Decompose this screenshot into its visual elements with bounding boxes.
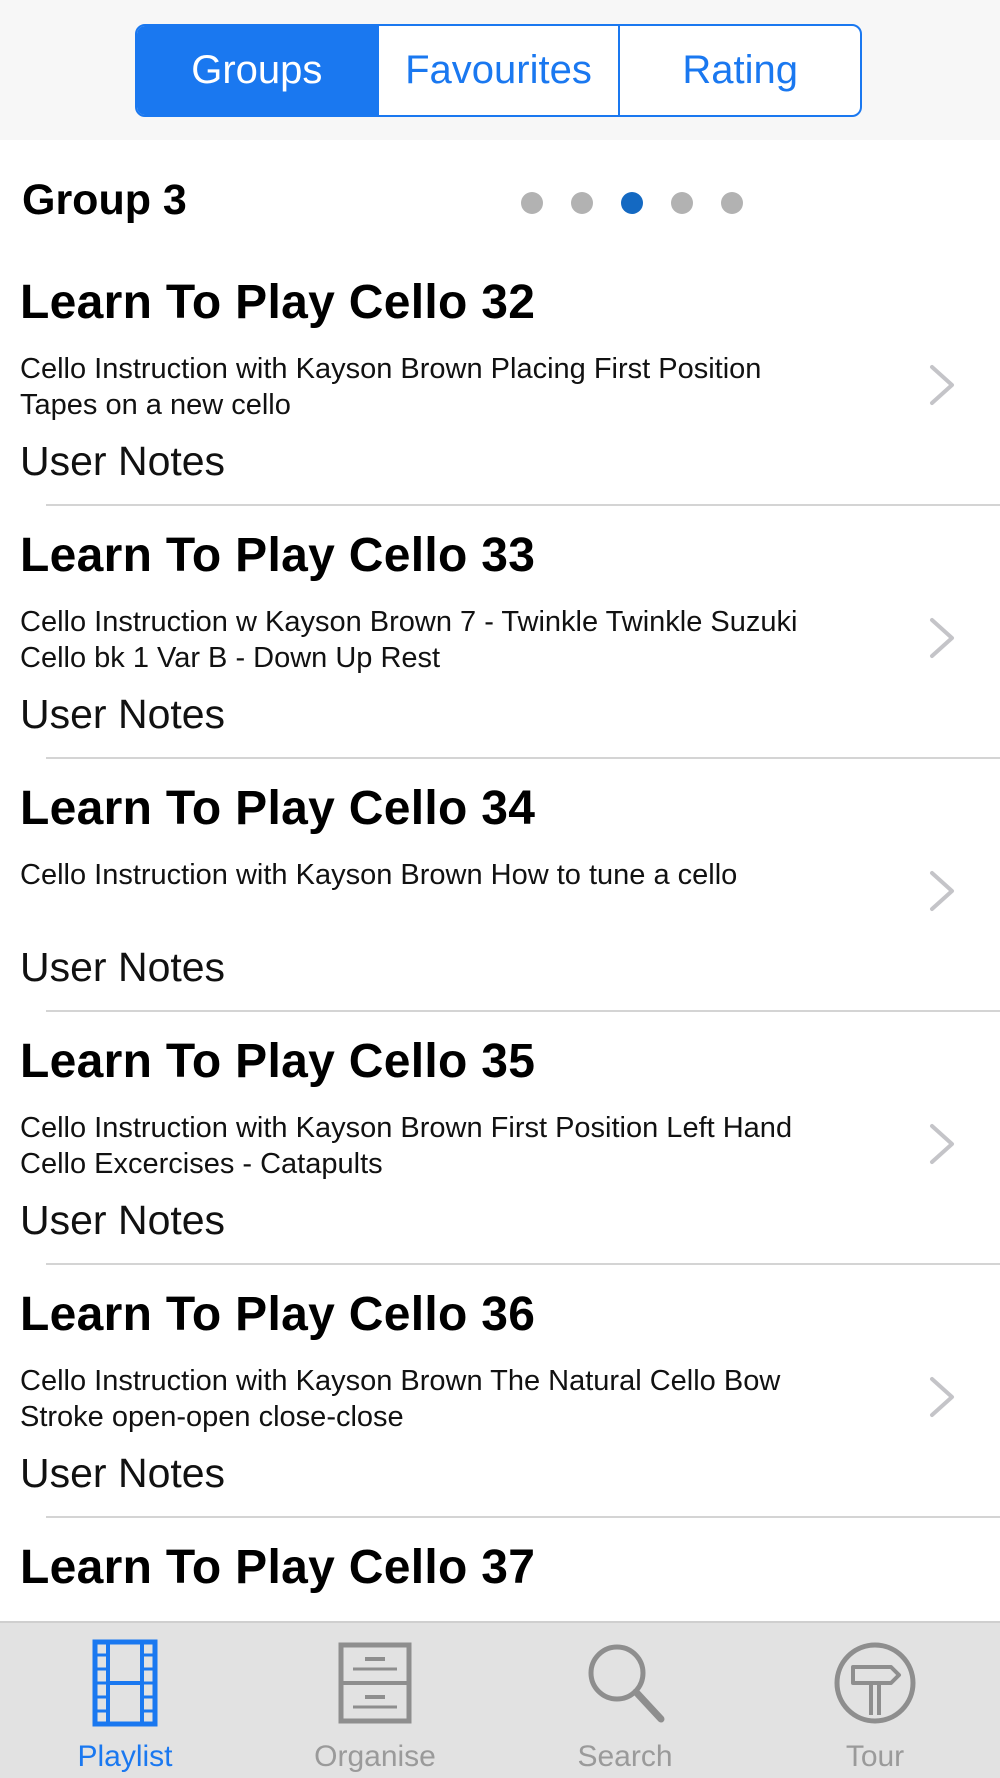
tab-search[interactable]: Search [500, 1623, 750, 1778]
group-header: Group 3 [0, 140, 1000, 265]
tab-tour[interactable]: Tour [750, 1623, 1000, 1778]
top-bar: Groups Favourites Rating [0, 0, 1000, 140]
page-dot-1[interactable] [521, 192, 543, 214]
tab-organise[interactable]: Organise [250, 1623, 500, 1778]
video-list: Learn To Play Cello 32 Cello Instruction… [0, 253, 1000, 1718]
item-user-notes: User Notes [20, 691, 226, 737]
segment-favourites[interactable]: Favourites [376, 26, 619, 115]
list-item[interactable]: Learn To Play Cello 34 Cello Instruction… [0, 759, 1000, 1012]
item-description: Cello Instruction with Kayson Brown How … [20, 859, 738, 891]
tab-label: Tour [845, 1740, 905, 1773]
tab-label: Search [577, 1740, 673, 1773]
item-title: Learn To Play Cello 33 [20, 529, 536, 582]
tab-bar: Playlist Organise Search Tour [0, 1621, 1000, 1778]
chevron-right-icon [930, 1377, 954, 1417]
film-strip-icon [92, 1639, 158, 1727]
app-screen: Groups Favourites Rating Group 3 Learn T… [0, 0, 1000, 1778]
list-item[interactable]: Learn To Play Cello 33 Cello Instruction… [0, 506, 1000, 759]
item-description: Cello Instruction with Kayson Brown The … [20, 1365, 781, 1433]
segment-groups[interactable]: Groups [137, 26, 377, 115]
item-user-notes: User Notes [20, 438, 226, 484]
item-title: Learn To Play Cello 32 [20, 276, 536, 329]
segmented-control: Groups Favourites Rating [135, 24, 862, 117]
segment-rating[interactable]: Rating [618, 26, 860, 115]
item-description: Cello Instruction w Kayson Brown 7 - Twi… [20, 606, 798, 674]
item-description: Cello Instruction with Kayson Brown Firs… [20, 1112, 793, 1180]
chevron-right-icon [930, 1124, 954, 1164]
signpost-icon [834, 1642, 916, 1724]
chevron-right-icon [930, 618, 954, 658]
tab-label: Organise [314, 1740, 436, 1773]
page-dot-2[interactable] [571, 192, 593, 214]
page-dot-3[interactable] [621, 192, 643, 214]
magnifier-icon [588, 1644, 665, 1723]
list-item[interactable]: Learn To Play Cello 32 Cello Instruction… [0, 253, 1000, 506]
item-user-notes: User Notes [20, 1197, 226, 1243]
chevron-right-icon [930, 365, 954, 405]
tab-label: Playlist [77, 1740, 173, 1773]
chevron-right-icon [930, 871, 954, 911]
item-user-notes: User Notes [20, 1450, 226, 1496]
list-item[interactable]: Learn To Play Cello 35 Cello Instruction… [0, 1012, 1000, 1265]
item-title: Learn To Play Cello 34 [20, 782, 536, 835]
tab-playlist[interactable]: Playlist [0, 1623, 250, 1778]
page-dot-4[interactable] [671, 192, 693, 214]
item-title: Learn To Play Cello 37 [20, 1541, 536, 1594]
item-user-notes: User Notes [20, 944, 226, 990]
item-description: Cello Instruction with Kayson Brown Plac… [20, 353, 762, 421]
item-title: Learn To Play Cello 36 [20, 1288, 536, 1341]
group-title: Group 3 [22, 176, 187, 224]
filing-cabinet-icon [338, 1642, 412, 1724]
item-title: Learn To Play Cello 35 [20, 1035, 536, 1088]
page-dot-5[interactable] [721, 192, 743, 214]
list-item[interactable]: Learn To Play Cello 36 Cello Instruction… [0, 1265, 1000, 1518]
